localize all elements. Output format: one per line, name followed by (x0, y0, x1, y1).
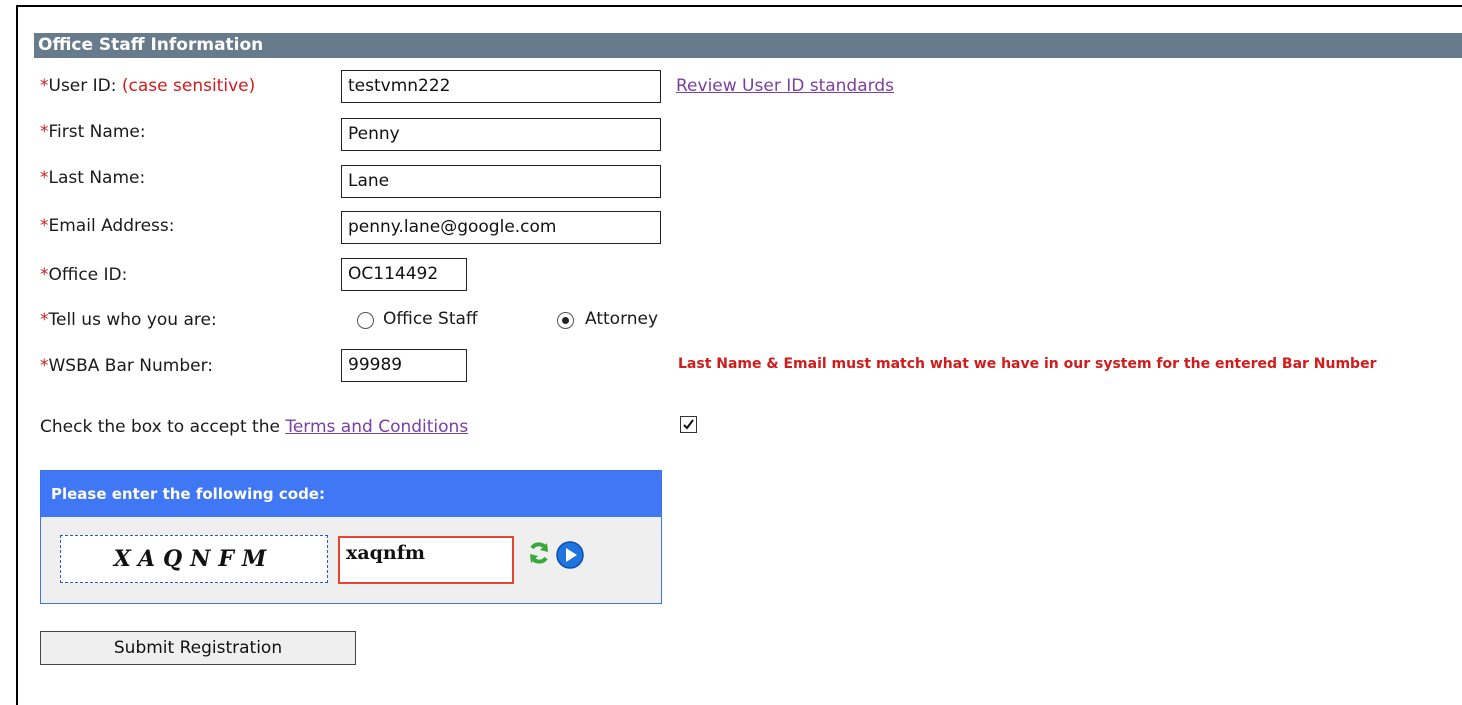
last-name-label-text: Last Name: (48, 168, 146, 188)
bar-number-input[interactable]: 99989 (341, 349, 467, 382)
required-marker: * (40, 168, 49, 188)
user-id-label-text: User ID: (48, 76, 117, 96)
office-id-input[interactable]: OC114492 (341, 258, 467, 291)
review-user-id-standards-link[interactable]: Review User ID standards (676, 76, 894, 96)
radio-selected-dot (562, 317, 569, 324)
captcha-title: Please enter the following code: (41, 471, 661, 517)
who-label: *Tell us who you are: (40, 310, 217, 330)
office-id-label-text: Office ID: (48, 265, 128, 285)
radio-office-staff[interactable] (357, 312, 374, 329)
bar-number-warning: Last Name & Email must match what we hav… (678, 356, 1377, 372)
required-marker: * (40, 216, 49, 236)
last-name-input[interactable]: Lane (341, 165, 661, 198)
required-marker: * (40, 356, 49, 376)
terms-text: Check the box to accept the Terms and Co… (40, 417, 468, 437)
user-id-input[interactable]: testvmn222 (341, 70, 661, 103)
terms-prefix: Check the box to accept the (40, 417, 286, 437)
bar-number-label-text: WSBA Bar Number: (48, 356, 214, 376)
radio-office-staff-label: Office Staff (383, 309, 478, 329)
terms-checkbox[interactable] (680, 416, 697, 433)
office-id-label: *Office ID: (40, 265, 127, 285)
refresh-icon[interactable] (526, 540, 552, 566)
audio-play-icon[interactable] (555, 540, 585, 570)
first-name-label: *First Name: (40, 122, 146, 142)
section-header: Office Staff Information (34, 33, 1462, 58)
radio-attorney[interactable] (557, 312, 574, 329)
required-marker: * (40, 122, 49, 142)
captcha-image: XAQNFM (60, 535, 328, 583)
who-label-text: Tell us who you are: (48, 310, 217, 330)
captcha-input[interactable]: xaqnfm (338, 536, 514, 584)
terms-and-conditions-link[interactable]: Terms and Conditions (285, 417, 468, 437)
first-name-label-text: First Name: (48, 122, 146, 142)
last-name-label: *Last Name: (40, 168, 145, 188)
bar-number-label: *WSBA Bar Number: (40, 356, 213, 376)
radio-attorney-label: Attorney (585, 309, 659, 329)
checkmark-icon (683, 419, 694, 430)
email-input[interactable]: penny.lane@google.com (341, 211, 661, 244)
email-label: *Email Address: (40, 216, 175, 236)
required-marker: * (40, 265, 49, 285)
required-marker: * (40, 76, 49, 96)
first-name-input[interactable]: Penny (341, 118, 661, 151)
email-label-text: Email Address: (48, 216, 175, 236)
case-sensitive-hint: (case sensitive) (121, 76, 256, 96)
submit-registration-button[interactable]: Submit Registration (40, 631, 356, 665)
user-id-label: *User ID: (case sensitive) (40, 76, 255, 96)
captcha-panel: Please enter the following code: XAQNFM … (40, 470, 662, 604)
required-marker: * (40, 310, 49, 330)
